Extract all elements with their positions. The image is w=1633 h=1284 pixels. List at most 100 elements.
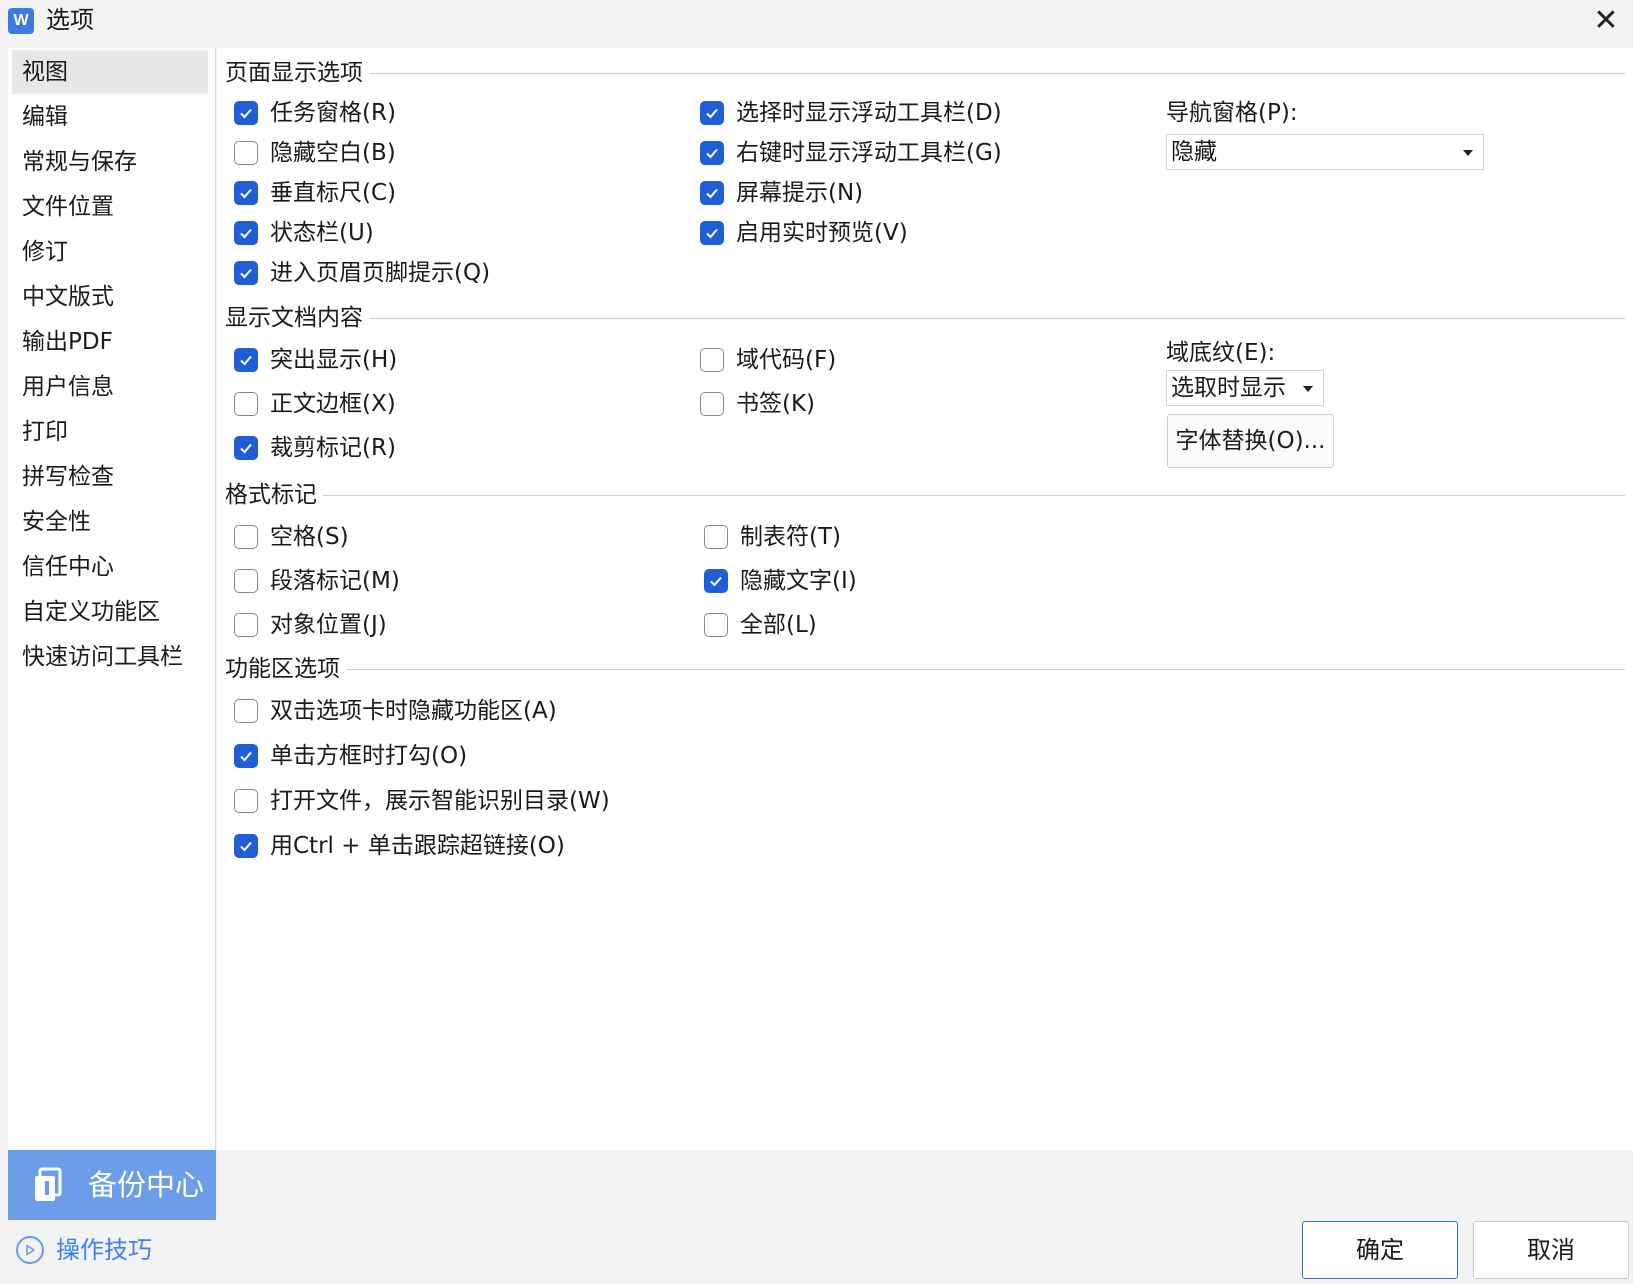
checkbox-task-pane[interactable]: 任务窗格(R)	[234, 98, 396, 128]
tips-link[interactable]: 操作技巧	[16, 1234, 152, 1266]
checkbox-box[interactable]	[234, 699, 258, 723]
checkbox-spaces[interactable]: 空格(S)	[234, 522, 349, 552]
checkbox-box[interactable]	[234, 348, 258, 372]
checkbox-label: 任务窗格(R)	[270, 100, 396, 126]
checkbox-tab-characters[interactable]: 制表符(T)	[704, 522, 841, 552]
checkbox-ctrl-click-hyperlink[interactable]: 用Ctrl + 单击跟踪超链接(O)	[234, 831, 565, 861]
sidebar-item-edit[interactable]: 编辑	[12, 95, 208, 139]
checkbox-box[interactable]	[234, 569, 258, 593]
checkbox-vertical-ruler[interactable]: 垂直标尺(C)	[234, 178, 396, 208]
sidebar-item-revisions[interactable]: 修订	[12, 230, 208, 274]
checkbox-box[interactable]	[234, 744, 258, 768]
checkbox-label: 裁剪标记(R)	[270, 435, 396, 461]
sidebar-item-export-pdf[interactable]: 输出PDF	[12, 320, 208, 364]
checkbox-paragraph-marks[interactable]: 段落标记(M)	[234, 566, 400, 596]
checkbox-box[interactable]	[234, 181, 258, 205]
sidebar-item-general-save[interactable]: 常规与保存	[12, 140, 208, 184]
sidebar-item-print[interactable]: 打印	[12, 410, 208, 454]
backup-icon	[35, 1167, 62, 1201]
checkbox-label: 屏幕提示(N)	[736, 180, 864, 206]
checkbox-box[interactable]	[234, 613, 258, 637]
checkbox-box[interactable]	[704, 525, 728, 549]
title-bar: W 选项 ✕	[0, 0, 1633, 48]
checkbox-live-preview[interactable]: 启用实时预览(V)	[700, 218, 908, 248]
checkbox-dblclick-hide-ribbon[interactable]: 双击选项卡时隐藏功能区(A)	[234, 696, 557, 726]
wps-writer-icon: W	[8, 8, 34, 34]
sidebar-item-trust-center[interactable]: 信任中心	[12, 545, 208, 589]
chevron-down-icon	[1303, 386, 1313, 392]
checkbox-status-bar[interactable]: 状态栏(U)	[234, 218, 374, 248]
checkbox-box[interactable]	[234, 436, 258, 460]
checkbox-text-boundaries[interactable]: 正文边框(X)	[234, 389, 396, 419]
checkbox-label: 用Ctrl + 单击跟踪超链接(O)	[270, 833, 565, 859]
checkbox-label: 域代码(F)	[736, 347, 837, 373]
tips-label: 操作技巧	[56, 1236, 152, 1264]
close-button[interactable]: ✕	[1584, 2, 1628, 40]
checkbox-screen-tips[interactable]: 屏幕提示(N)	[700, 178, 863, 208]
checkbox-label: 书签(K)	[736, 391, 816, 417]
cancel-button[interactable]: 取消	[1473, 1221, 1629, 1279]
section-divider	[225, 669, 1625, 670]
checkbox-box[interactable]	[234, 101, 258, 125]
checkbox-all-marks[interactable]: 全部(L)	[704, 610, 817, 640]
checkbox-label: 状态栏(U)	[270, 220, 374, 246]
checkbox-label: 双击选项卡时隐藏功能区(A)	[270, 698, 557, 724]
checkbox-float-toolbar-select[interactable]: 选择时显示浮动工具栏(D)	[700, 98, 1002, 128]
checkbox-box[interactable]	[234, 525, 258, 549]
checkbox-label: 进入页眉页脚提示(Q)	[270, 260, 491, 286]
sidebar-item-file-locations[interactable]: 文件位置	[12, 185, 208, 229]
section-divider	[225, 318, 1625, 319]
options-panel: 页面显示选项 任务窗格(R) 隐藏空白(B) 垂直标尺(C) 状态栏(U) 进入…	[217, 48, 1633, 1150]
checkbox-box[interactable]	[704, 613, 728, 637]
checkbox-label: 启用实时预览(V)	[736, 220, 908, 246]
backup-center-label: 备份中心	[88, 1168, 205, 1202]
field-shading-select[interactable]: 选取时显示	[1166, 370, 1324, 406]
checkbox-crop-marks[interactable]: 裁剪标记(R)	[234, 433, 396, 463]
sidebar-item-quick-access-toolbar[interactable]: 快速访问工具栏	[12, 635, 208, 679]
checkbox-field-codes[interactable]: 域代码(F)	[700, 345, 836, 375]
backup-center-button[interactable]: 备份中心	[8, 1150, 216, 1220]
sidebar-item-spell-check[interactable]: 拼写检查	[12, 455, 208, 499]
ok-button[interactable]: 确定	[1302, 1221, 1458, 1279]
checkbox-box[interactable]	[700, 392, 724, 416]
sidebar-item-customize-ribbon[interactable]: 自定义功能区	[12, 590, 208, 634]
checkbox-smart-toc[interactable]: 打开文件，展示智能识别目录(W)	[234, 786, 610, 816]
checkbox-box[interactable]	[234, 789, 258, 813]
checkbox-box[interactable]	[234, 261, 258, 285]
checkbox-box[interactable]	[704, 569, 728, 593]
checkbox-box[interactable]	[234, 141, 258, 165]
sidebar: 视图 编辑 常规与保存 文件位置 修订 中文版式 输出PDF 用户信息 打印 拼…	[8, 48, 216, 1150]
chevron-down-icon	[1463, 150, 1473, 156]
checkbox-hide-whitespace[interactable]: 隐藏空白(B)	[234, 138, 396, 168]
section-divider	[225, 495, 1625, 496]
checkbox-label: 制表符(T)	[740, 524, 841, 550]
checkbox-box[interactable]	[700, 221, 724, 245]
sidebar-item-security[interactable]: 安全性	[12, 500, 208, 544]
checkbox-box[interactable]	[234, 221, 258, 245]
font-substitution-button[interactable]: 字体替换(O)...	[1167, 414, 1334, 468]
checkbox-box[interactable]	[700, 141, 724, 165]
play-icon	[16, 1236, 44, 1264]
checkbox-box[interactable]	[700, 348, 724, 372]
checkbox-box[interactable]	[700, 181, 724, 205]
checkbox-click-box-check[interactable]: 单击方框时打勾(O)	[234, 741, 467, 771]
checkbox-box[interactable]	[234, 392, 258, 416]
sidebar-item-user-info[interactable]: 用户信息	[12, 365, 208, 409]
checkbox-label: 隐藏文字(I)	[740, 568, 857, 594]
checkbox-hidden-text[interactable]: 隐藏文字(I)	[704, 566, 857, 596]
checkbox-label: 对象位置(J)	[270, 612, 387, 638]
checkbox-header-footer-tip[interactable]: 进入页眉页脚提示(Q)	[234, 258, 490, 288]
sidebar-item-chinese-layout[interactable]: 中文版式	[12, 275, 208, 319]
section-title-document-content: 显示文档内容	[225, 303, 369, 333]
nav-pane-value: 隐藏	[1171, 139, 1217, 165]
nav-pane-select[interactable]: 隐藏	[1166, 134, 1484, 170]
section-title-page-display: 页面显示选项	[225, 58, 369, 88]
sidebar-item-view[interactable]: 视图	[12, 50, 208, 94]
checkbox-box[interactable]	[700, 101, 724, 125]
checkbox-bookmarks[interactable]: 书签(K)	[700, 389, 815, 419]
checkbox-float-toolbar-rightclick[interactable]: 右键时显示浮动工具栏(G)	[700, 138, 1002, 168]
checkbox-label: 突出显示(H)	[270, 347, 398, 373]
checkbox-highlight[interactable]: 突出显示(H)	[234, 345, 397, 375]
checkbox-object-anchors[interactable]: 对象位置(J)	[234, 610, 387, 640]
checkbox-box[interactable]	[234, 834, 258, 858]
